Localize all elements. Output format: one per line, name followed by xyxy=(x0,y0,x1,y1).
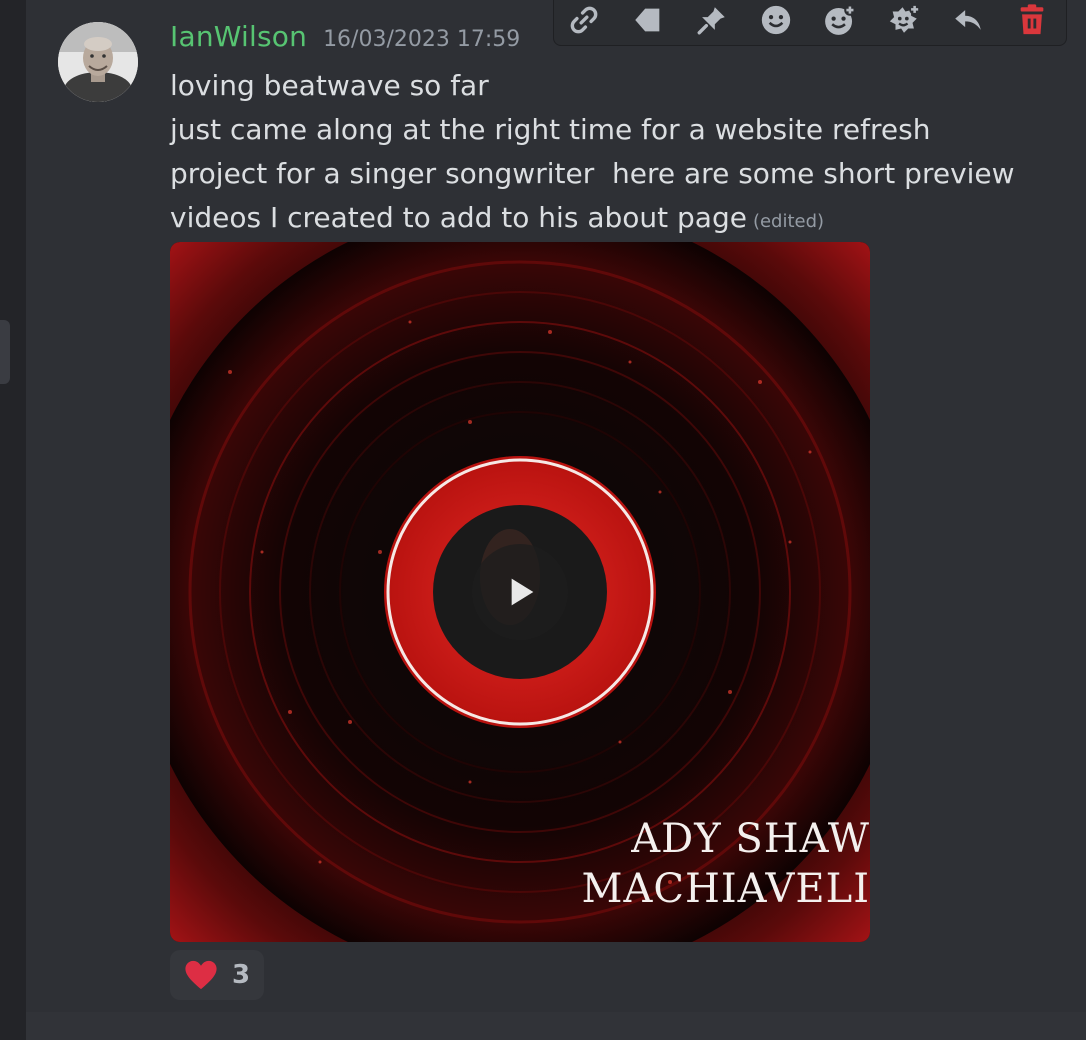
delete-icon xyxy=(1020,4,1044,35)
delete-button[interactable] xyxy=(1012,0,1052,40)
mark-unread-icon xyxy=(635,8,660,32)
avatar[interactable] xyxy=(58,22,138,102)
message-line-last: videos I created to add to his about pag… xyxy=(170,196,1000,244)
message-content: loving beatwave so far just came along a… xyxy=(170,64,1015,244)
video-attachment[interactable]: ADY SHAW MACHIAVELI xyxy=(170,242,870,942)
message-header: IanWilson 16/03/2023 17:59 xyxy=(170,20,520,60)
add-reaction-icon xyxy=(761,5,791,35)
play-icon xyxy=(511,578,534,606)
heart-icon xyxy=(185,960,217,990)
burst-reaction-button[interactable] xyxy=(884,0,924,40)
message-line: loving beatwave so far xyxy=(170,69,489,102)
sidebar-gutter xyxy=(0,0,26,1040)
add-reaction-button[interactable] xyxy=(756,0,796,40)
reply-button[interactable] xyxy=(948,0,988,40)
username[interactable]: IanWilson xyxy=(170,20,307,53)
message-line: project for a singer songwriter here are… xyxy=(170,157,1015,190)
message-actions-toolbar xyxy=(553,0,1067,46)
message-item: IanWilson 16/03/2023 17:59 loving beatwa… xyxy=(26,0,1086,1012)
reaction-heart[interactable]: 3 xyxy=(170,950,265,1000)
message-line-text: videos I created to add to his about pag… xyxy=(170,201,747,234)
pin-button[interactable] xyxy=(692,0,732,40)
reaction-count: 3 xyxy=(232,960,251,990)
link-icon xyxy=(570,6,598,34)
add-reaction-plus-icon xyxy=(889,3,921,33)
timestamp[interactable]: 16/03/2023 17:59 xyxy=(323,27,520,52)
mark-unread-button[interactable] xyxy=(628,0,668,40)
edited-label: (edited) xyxy=(752,211,825,232)
message-line: just came along at the right time for a … xyxy=(170,113,931,146)
super-reaction-button[interactable] xyxy=(820,0,860,40)
pin-icon xyxy=(697,7,725,35)
video-overlay-artist: ADY SHAW xyxy=(631,816,870,862)
play-button[interactable] xyxy=(472,544,568,640)
video-overlay-title: MACHIAVELI xyxy=(581,866,870,912)
resize-handle[interactable] xyxy=(0,320,10,384)
message-divider xyxy=(26,1012,1086,1040)
avatar-image xyxy=(58,22,138,102)
copy-link-button[interactable] xyxy=(564,0,604,40)
reply-icon xyxy=(955,10,981,30)
super-reaction-icon xyxy=(825,4,856,35)
chat-view: IanWilson 16/03/2023 17:59 loving beatwa… xyxy=(0,0,1086,1040)
